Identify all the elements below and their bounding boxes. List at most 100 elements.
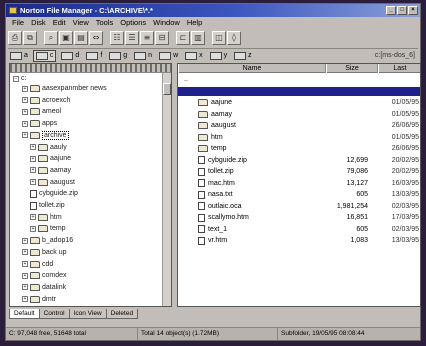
file-row[interactable]: scallymo.htm 16,851 17/03/95 [178, 213, 420, 222]
tree-item[interactable]: + b_adop16 [22, 236, 73, 245]
app-icon[interactable] [9, 7, 17, 14]
menu-window[interactable]: Window [153, 17, 180, 28]
drive-f[interactable]: f [84, 50, 104, 62]
tree-icon[interactable]: ☷ [110, 30, 124, 45]
expand-icon[interactable]: + [22, 132, 28, 139]
menu-disk[interactable]: Disk [31, 17, 46, 28]
file-row[interactable]: outlaic.oca 1,981,254 02/03/95 [178, 202, 420, 211]
tree-item[interactable]: cybguide.zip [30, 189, 78, 198]
title-bar[interactable]: Norton File Manager - C:\ARCHIVE\*.* _ □… [6, 4, 420, 17]
column-last[interactable]: Last [378, 64, 420, 73]
tree-item[interactable]: + archive [22, 130, 69, 140]
tree-item[interactable]: + aajune [30, 154, 71, 163]
tab-deleted[interactable]: Deleted [105, 309, 139, 319]
link-icon[interactable]: ⇔ [89, 30, 103, 45]
menu-edit[interactable]: Edit [53, 17, 66, 28]
expand-icon[interactable]: + [30, 167, 36, 174]
expand-icon[interactable]: + [22, 85, 28, 92]
scroll-thumb[interactable] [163, 83, 171, 95]
details-icon[interactable]: ≡ [140, 30, 154, 45]
drive-a[interactable]: a [8, 50, 30, 62]
right-icon[interactable]: ◊ [227, 30, 241, 45]
expand-icon[interactable]: + [30, 225, 36, 232]
tree-scrollbar[interactable] [162, 73, 171, 306]
file-row[interactable]: cybguide.zip 12,699 20/02/95 [178, 156, 420, 165]
printer-icon[interactable]: ⎙ [8, 30, 22, 45]
column-name[interactable]: Name [178, 64, 326, 73]
menu-view[interactable]: View [73, 17, 89, 28]
file-row[interactable]: mac.htm 13,127 16/03/95 [178, 179, 420, 188]
tree-item[interactable]: + aaugust [30, 178, 75, 187]
view2-icon[interactable]: ▤ [74, 30, 88, 45]
drive-g[interactable]: g [107, 50, 129, 62]
tree-item[interactable]: + dmtr [22, 295, 56, 304]
expand-icon[interactable]: + [22, 272, 28, 279]
expand-icon[interactable]: + [22, 108, 28, 115]
tree-item[interactable]: + acroexch [22, 96, 70, 105]
expand-icon[interactable]: + [30, 179, 36, 186]
drive-y[interactable]: y [208, 50, 230, 62]
expand-icon[interactable]: + [30, 155, 36, 162]
tree-item[interactable]: + htm [30, 213, 62, 222]
left-icon[interactable]: ◫ [212, 30, 226, 45]
file-row[interactable]: vr.htm 1,083 13/03/95 [178, 236, 420, 245]
tab-control[interactable]: Control [38, 309, 70, 319]
tree-item[interactable]: + comdex [22, 271, 67, 280]
file-row[interactable]: temp 26/06/95 [178, 144, 420, 153]
column-size[interactable]: Size [326, 64, 378, 73]
tree-item[interactable]: + temp [30, 224, 66, 233]
drive-z[interactable]: z [232, 50, 254, 62]
tree-item[interactable]: + apps [22, 119, 57, 128]
expand-icon[interactable]: + [22, 249, 28, 256]
close-button[interactable]: × [408, 6, 418, 15]
file-row[interactable]: tollet.zip 79,086 20/02/95 [178, 167, 420, 176]
drive-d[interactable]: d [59, 50, 81, 62]
collapse-icon[interactable]: − [13, 75, 19, 82]
tree-item[interactable]: + cdd [22, 260, 53, 269]
panels-icon[interactable]: ⊏ [176, 30, 190, 45]
tree-item[interactable]: + aasexpanmber news [22, 84, 107, 93]
file-row[interactable]: text_1 605 02/03/95 [178, 225, 420, 234]
drive-w[interactable]: w [157, 50, 180, 62]
split-icon[interactable]: ▥ [191, 30, 205, 45]
file-row[interactable]: aaugust 26/06/95 [178, 121, 420, 130]
tree-item[interactable]: + ameol [22, 107, 61, 116]
size-icon[interactable]: ⊟ [155, 30, 169, 45]
expand-icon[interactable]: + [22, 261, 28, 267]
menu-tools[interactable]: Tools [96, 17, 114, 28]
file-row[interactable]: aajune 01/05/95 [178, 98, 420, 107]
menu-help[interactable]: Help [187, 17, 202, 28]
drive-c[interactable]: c [32, 49, 57, 62]
expand-icon[interactable]: + [22, 237, 28, 244]
tree-item[interactable]: + aamay [30, 166, 71, 175]
maximize-button[interactable]: □ [397, 6, 407, 15]
tab-icon-view[interactable]: Icon View [68, 309, 107, 319]
expand-icon[interactable]: + [22, 120, 28, 127]
expand-icon[interactable]: + [22, 97, 28, 104]
tab-default[interactable]: Default [9, 309, 40, 319]
expand-icon[interactable]: + [30, 144, 36, 150]
menu-file[interactable]: File [12, 17, 24, 28]
tree-root[interactable]: − c: [13, 74, 26, 83]
view-icon[interactable]: ▣ [59, 30, 73, 45]
drive-x[interactable]: x [183, 50, 205, 62]
tree-item[interactable]: + aauly [30, 143, 67, 152]
file-list-pane[interactable]: Name Size Last .. aajune 01/05/95 aamay 01/0… [177, 63, 421, 307]
tree-item[interactable]: tollet.zip [30, 201, 65, 210]
copy-icon[interactable]: ⧉ [23, 30, 37, 45]
expand-icon[interactable]: + [22, 296, 28, 303]
list-icon[interactable]: ☰ [125, 30, 139, 45]
tree-item[interactable]: + datalink [22, 283, 66, 292]
minimize-button[interactable]: _ [386, 6, 396, 15]
file-row[interactable]: .. [178, 75, 420, 84]
drive-n[interactable]: n [132, 50, 154, 62]
file-row[interactable] [178, 86, 420, 96]
file-row[interactable]: htm 01/05/95 [178, 133, 420, 142]
tree-item[interactable]: + back up [22, 248, 67, 257]
file-row[interactable]: nasa.txt 605 13/03/95 [178, 190, 420, 199]
expand-icon[interactable]: + [22, 284, 28, 291]
expand-icon[interactable]: + [30, 214, 36, 221]
file-row[interactable]: aamay 01/05/95 [178, 110, 420, 119]
find-icon[interactable]: ⌕ [44, 30, 58, 45]
folder-tree-pane[interactable]: − c: + aasexpanmber news + acroexch + ameol + app… [9, 63, 172, 307]
